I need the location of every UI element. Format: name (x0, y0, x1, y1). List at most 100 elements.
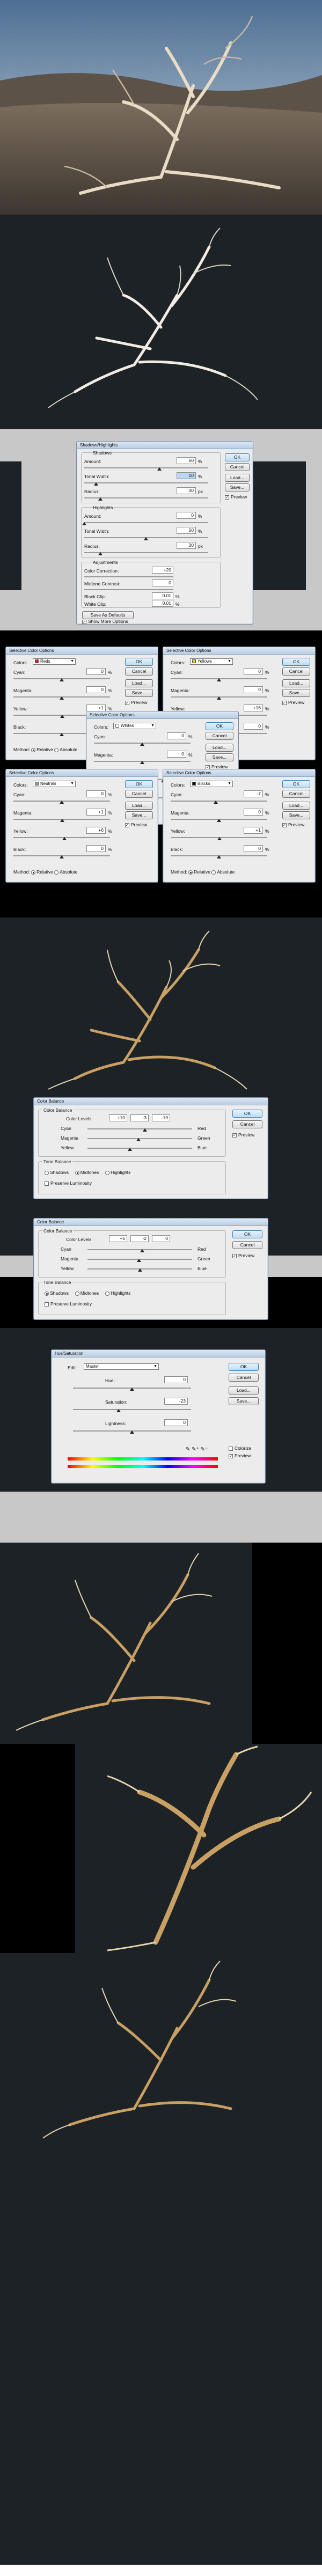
yellow-thumb[interactable] (217, 837, 222, 840)
color-correction-field[interactable]: +20 (152, 567, 173, 574)
h-radius-slider[interactable] (84, 552, 208, 553)
save-defaults-button[interactable]: Save As Defaults (82, 611, 134, 619)
highlights-radio[interactable] (105, 1291, 110, 1296)
cyan-thumb[interactable] (140, 743, 144, 746)
saturation-slider[interactable] (73, 1409, 191, 1410)
h-amount-field[interactable]: 0 (177, 512, 196, 519)
absolute-radio[interactable] (211, 870, 216, 875)
h-amount-slider[interactable] (84, 522, 208, 523)
tonal-width-thumb[interactable] (94, 482, 98, 486)
cancel-button[interactable]: Cancel (125, 667, 153, 676)
yellow-slider[interactable] (13, 837, 110, 838)
lightness-thumb[interactable] (130, 1430, 134, 1434)
cyan-thumb[interactable] (60, 801, 64, 804)
magenta-green-thumb[interactable] (136, 1259, 141, 1262)
white-clip-field[interactable]: 0.01 (152, 600, 173, 607)
black-thumb[interactable] (60, 855, 64, 858)
preserve-checkbox[interactable] (45, 1181, 49, 1186)
preview-toggle[interactable]: ✓ Preview (232, 1132, 254, 1137)
save-button[interactable]: Save... (125, 689, 153, 697)
h-radius-thumb[interactable] (98, 552, 103, 555)
cancel-button[interactable]: Cancel (206, 732, 233, 740)
absolute-radio[interactable] (54, 747, 59, 752)
highlights-radio[interactable] (105, 1170, 110, 1175)
hue-field[interactable]: 0 (164, 1376, 188, 1383)
eyedropper-minus-icon[interactable]: ✎⁻ (201, 1447, 208, 1452)
cyan-red-slider[interactable] (87, 1128, 192, 1129)
hue-thumb[interactable] (130, 1388, 134, 1391)
show-more-checkbox[interactable]: ✓ (82, 619, 86, 624)
color-level-field-2[interactable]: -2 (130, 1235, 149, 1242)
load-button[interactable]: Load... (282, 802, 310, 810)
midtone-contrast-slider[interactable] (84, 589, 173, 590)
save-button[interactable]: Save... (225, 483, 250, 491)
h-amount-thumb[interactable] (82, 522, 86, 525)
cancel-button[interactable]: Cancel (232, 1241, 262, 1249)
yellow-field[interactable]: +6 (86, 827, 106, 834)
shadows-radio[interactable] (45, 1291, 49, 1296)
preview-toggle[interactable]: ✓ Preview (125, 700, 147, 705)
ok-button[interactable]: OK (206, 722, 233, 730)
radius-field[interactable]: 30 (177, 487, 196, 494)
magenta-field[interactable]: 0 (244, 686, 263, 693)
midtones-radio[interactable] (75, 1170, 79, 1175)
cyan-slider[interactable] (171, 801, 267, 802)
preview-toggle[interactable]: ✓ Preview (229, 1453, 251, 1458)
yellow-field[interactable]: +16 (244, 704, 263, 711)
save-button[interactable]: Save... (206, 753, 233, 761)
cancel-button[interactable]: Cancel (125, 790, 153, 798)
cyan-red-thumb[interactable] (143, 1128, 148, 1132)
preserve-luminosity[interactable]: Preserve Luminosity (45, 1301, 92, 1307)
save-button[interactable]: Save... (282, 689, 310, 697)
preview-checkbox[interactable]: ✓ (125, 823, 129, 827)
load-button[interactable]: Load... (125, 679, 153, 687)
eyedropper-plus-icon[interactable]: ✎⁺ (192, 1447, 199, 1452)
midtone-contrast-field[interactable]: 0 (152, 579, 173, 586)
yellow-blue-thumb[interactable] (137, 1268, 142, 1272)
cyan-field[interactable]: 0 (244, 668, 263, 675)
relative-radio[interactable] (188, 870, 193, 875)
colorize-checkbox[interactable] (229, 1446, 233, 1451)
color-level-field-2[interactable]: -3 (130, 1114, 149, 1121)
color-level-field-3[interactable]: -19 (152, 1114, 170, 1121)
ok-button[interactable]: OK (125, 780, 153, 788)
ok-button[interactable]: OK (229, 1363, 259, 1371)
midtones-radio[interactable] (75, 1291, 79, 1296)
save-button[interactable]: Save... (125, 811, 153, 819)
color-correction-slider[interactable] (84, 576, 173, 577)
radius-slider[interactable] (84, 497, 208, 498)
black-field[interactable]: 0 (244, 723, 263, 730)
relative-radio[interactable] (31, 870, 36, 875)
h-radius-field[interactable]: 30 (177, 542, 196, 549)
preview-checkbox[interactable]: ✓ (282, 823, 287, 827)
tonal-width-field[interactable]: 10 (177, 472, 196, 479)
cyan-field[interactable]: 0 (167, 732, 186, 739)
amount-slider-thumb[interactable] (157, 467, 162, 471)
ok-button[interactable]: OK (282, 658, 310, 666)
black-field[interactable]: 0 (86, 845, 106, 852)
cancel-button[interactable]: Cancel (229, 1374, 259, 1382)
colors-dropdown[interactable]: Yellows ▼ (190, 658, 233, 665)
h-tonal-field[interactable]: 50 (177, 527, 196, 534)
black-clip-field[interactable]: 0.01 (152, 592, 173, 599)
colors-dropdown[interactable]: Neutrals ▼ (33, 781, 76, 787)
magenta-field[interactable]: 0 (244, 809, 263, 816)
yellow-blue-slider[interactable] (87, 1148, 192, 1149)
yellow-field[interactable]: +1 (244, 827, 263, 834)
show-more-options[interactable]: ✓ Show More Options (82, 619, 128, 624)
cyan-thumb[interactable] (217, 678, 221, 681)
preview-toggle[interactable]: ✓ Preview (232, 1253, 254, 1258)
save-button[interactable]: Save... (282, 811, 310, 819)
amount-field[interactable]: 60 (177, 457, 196, 464)
magenta-field[interactable]: 0 (86, 686, 106, 693)
cyan-field[interactable]: -7 (244, 790, 263, 797)
magenta-green-thumb[interactable] (136, 1138, 141, 1141)
relative-radio[interactable] (31, 747, 36, 752)
shadows-radio[interactable] (45, 1170, 49, 1175)
load-button[interactable]: Load... (206, 744, 233, 752)
preview-checkbox[interactable]: ✓ (225, 495, 229, 500)
cancel-button[interactable]: Cancel (282, 790, 310, 798)
magenta-thumb[interactable] (60, 696, 64, 700)
eyedropper-icon[interactable]: ✎ (186, 1447, 190, 1452)
edit-dropdown[interactable]: Master ▼ (84, 1363, 159, 1370)
